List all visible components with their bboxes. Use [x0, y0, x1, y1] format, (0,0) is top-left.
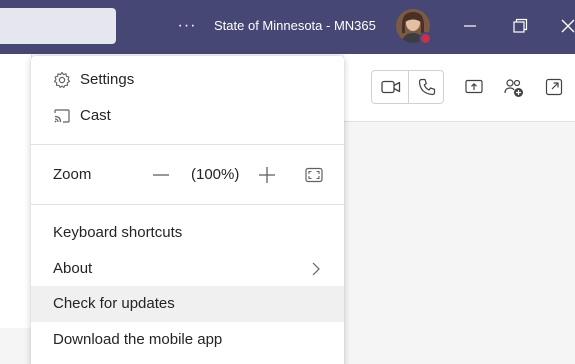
menu-item-check-for-updates[interactable]: Check for updates	[31, 286, 344, 322]
pop-out-button[interactable]	[544, 77, 564, 97]
share-screen-button[interactable]	[464, 77, 484, 97]
call-buttons	[371, 70, 444, 104]
menu-item-about[interactable]: About	[31, 251, 344, 287]
pop-out-icon	[545, 78, 563, 96]
full-screen-icon	[305, 167, 323, 183]
search-box[interactable]	[0, 8, 116, 44]
menu-label-settings: Settings	[80, 71, 135, 88]
restore-button[interactable]	[506, 12, 534, 40]
left-panel	[0, 54, 32, 328]
menu-label-download-mobile-app: Download the mobile app	[53, 331, 223, 348]
minimize-button[interactable]	[456, 12, 484, 40]
menu-item-settings[interactable]: Settings	[31, 62, 344, 98]
cast-icon	[52, 106, 72, 126]
zoom-in-button[interactable]	[257, 165, 277, 185]
settings-and-more-menu: Settings Cast Zoom (100%) Keyboard short…	[31, 56, 344, 364]
full-screen-button[interactable]	[304, 165, 324, 185]
phone-icon	[418, 78, 436, 96]
zoom-out-button[interactable]	[151, 165, 171, 185]
plus-icon	[259, 167, 275, 183]
add-people-icon	[504, 79, 523, 97]
title-bar: ··· State of Minnesota - MN365	[0, 0, 575, 54]
menu-divider	[31, 204, 344, 205]
video-call-button[interactable]	[380, 77, 402, 97]
minus-icon	[153, 174, 169, 176]
chevron-right-icon	[309, 261, 323, 277]
presence-busy-icon	[419, 32, 432, 45]
video-camera-icon	[381, 80, 401, 94]
close-button[interactable]	[556, 12, 575, 40]
call-divider	[408, 71, 409, 103]
menu-item-cast[interactable]: Cast	[31, 98, 344, 134]
more-options-button[interactable]: ···	[176, 14, 198, 38]
menu-label-cast: Cast	[80, 107, 111, 124]
menu-label-about: About	[53, 260, 93, 277]
gear-icon	[52, 70, 72, 90]
zoom-label: Zoom	[53, 166, 92, 183]
zoom-level: (100%)	[191, 166, 240, 183]
organization-name: State of Minnesota - MN365	[214, 18, 376, 33]
audio-call-button[interactable]	[417, 77, 437, 97]
menu-item-download-mobile-app[interactable]: Download the mobile app	[31, 322, 344, 358]
add-people-button[interactable]	[503, 77, 525, 99]
menu-divider	[31, 144, 344, 145]
menu-label-check-for-updates: Check for updates	[53, 295, 175, 312]
share-screen-icon	[465, 79, 483, 94]
menu-item-keyboard-shortcuts[interactable]: Keyboard shortcuts	[31, 215, 344, 251]
menu-label-keyboard-shortcuts: Keyboard shortcuts	[53, 224, 183, 241]
